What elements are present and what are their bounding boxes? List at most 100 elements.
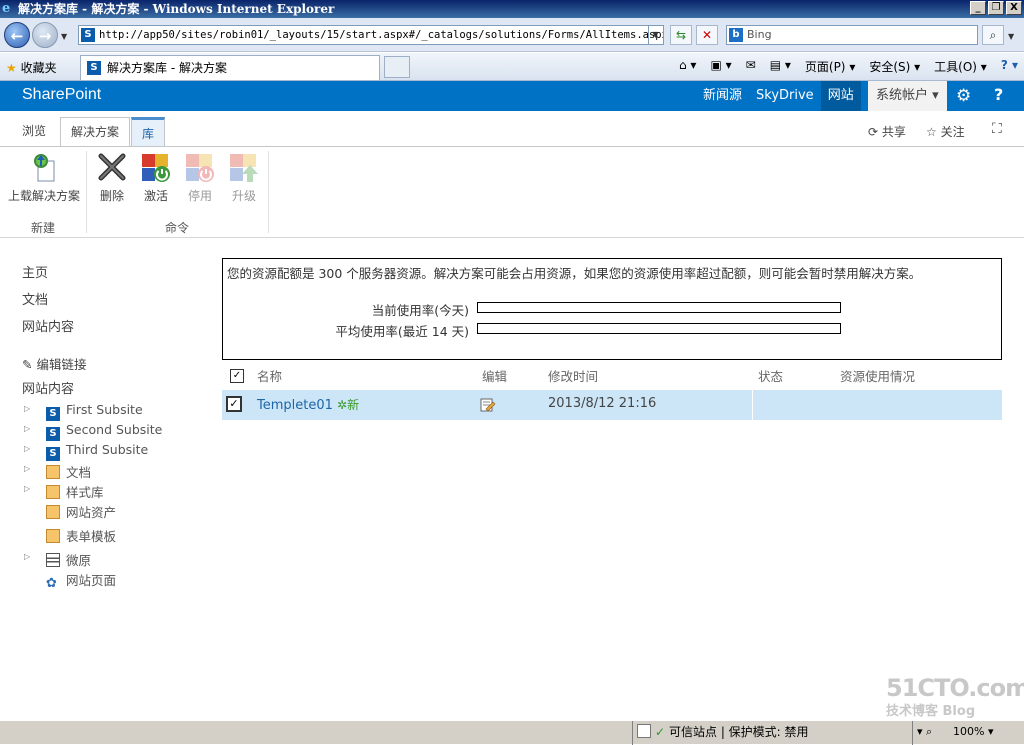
deactivate-label: 停用 — [187, 189, 212, 203]
tree-item-form-templates[interactable]: 表单模板 — [46, 526, 116, 545]
expand-arrow-icon[interactable]: ▷ — [24, 464, 30, 473]
resource-quota-panel: 您的资源配额是 300 个服务器资源。解决方案可能会占用资源，如果您的资源使用率… — [222, 258, 1002, 360]
tree-item-site-pages[interactable]: ✿ 网站页面 — [46, 570, 116, 591]
help-icon[interactable]: ? ▾ — [1001, 58, 1018, 75]
nav-home[interactable]: 主页 — [22, 262, 48, 281]
edit-links-button[interactable]: ✎ 编辑链接 — [22, 354, 86, 373]
page-menu[interactable]: 页面(P) ▾ — [805, 58, 855, 75]
home-icon[interactable]: ⌂ ▾ — [679, 58, 696, 75]
zone-blocked-icon — [637, 724, 651, 738]
tools-menu[interactable]: 工具(O) ▾ — [934, 58, 987, 75]
nav-site-contents-header[interactable]: 网站内容 — [22, 378, 74, 397]
suite-link-newsfeed[interactable]: 新闻源 — [696, 81, 749, 111]
stop-button[interactable]: ✕ — [696, 25, 718, 45]
table-row[interactable]: ✓ Templete01 ✲新 2013/8/12 21:16 — [222, 390, 1002, 420]
nav-documents[interactable]: 文档 — [22, 289, 48, 308]
address-dropdown-icon[interactable]: ▼ — [648, 26, 662, 44]
expand-arrow-icon[interactable]: ▷ — [24, 404, 30, 413]
refresh-button[interactable]: ⇆ — [670, 25, 692, 45]
tab-solutions[interactable]: 解决方案 — [60, 117, 131, 147]
column-edit[interactable]: 编辑 — [482, 366, 507, 385]
tab-browse[interactable]: 浏览 — [12, 117, 56, 147]
window-title: 解决方案库 - 解决方案 - Windows Internet Explorer — [18, 2, 335, 16]
library-icon — [46, 505, 60, 519]
page-menu-label: 页面(P) — [804, 60, 846, 74]
close-button[interactable]: X — [1006, 1, 1022, 15]
library-icon — [46, 485, 60, 499]
edit-item-icon[interactable] — [480, 397, 496, 413]
history-dropdown-icon[interactable]: ▼ — [61, 32, 67, 41]
tree-item-first-subsite[interactable]: ▷ S First Subsite — [24, 402, 143, 421]
settings-gear-icon[interactable]: ⚙ — [956, 86, 971, 106]
zoom-control[interactable]: ▾ ⌕ 100% ▾ — [912, 721, 1024, 745]
focus-content-icon[interactable]: ⛶ — [992, 121, 1002, 137]
star-outline-icon: ☆ — [926, 125, 937, 139]
average-usage-label: 平均使用率(最近 14 天) — [335, 324, 469, 339]
restore-button[interactable]: ❐ — [988, 1, 1004, 15]
suite-link-skydrive[interactable]: SkyDrive — [749, 81, 821, 111]
tree-item-second-subsite[interactable]: ▷ S Second Subsite — [24, 422, 162, 441]
expand-arrow-icon[interactable]: ▷ — [24, 444, 30, 453]
current-usage-bar — [477, 302, 841, 313]
select-all-checkbox[interactable]: ✓ — [230, 369, 244, 383]
quota-message: 您的资源配额是 300 个服务器资源。解决方案可能会占用资源，如果您的资源使用率… — [227, 266, 922, 281]
zoom-level: 100% — [953, 725, 985, 738]
address-field[interactable]: S http://app50/sites/robin01/_layouts/15… — [78, 25, 664, 45]
column-modified[interactable]: 修改时间 — [548, 366, 598, 385]
bing-icon: b — [729, 28, 743, 42]
suite-link-sites[interactable]: 网站 — [820, 81, 861, 111]
help-question-icon[interactable]: ? — [994, 85, 1003, 104]
row-checkbox[interactable]: ✓ — [226, 396, 242, 412]
security-zone[interactable]: ✓ 可信站点 | 保护模式: 禁用 — [632, 721, 912, 745]
safety-menu-label: 安全(S) — [869, 60, 911, 74]
tree-item-label: 微原 — [66, 553, 92, 568]
upload-icon — [28, 151, 60, 183]
star-icon: ★ — [6, 61, 17, 75]
search-dropdown-icon[interactable]: ▼ — [1008, 32, 1014, 41]
browser-tab[interactable]: S 解决方案库 - 解决方案 — [80, 55, 380, 80]
column-name[interactable]: 名称 — [257, 366, 282, 385]
tab-library[interactable]: 库 — [131, 117, 166, 147]
solution-name: Templete01 — [257, 398, 333, 413]
tree-item-third-subsite[interactable]: ▷ S Third Subsite — [24, 442, 148, 461]
list-icon — [46, 553, 60, 567]
delete-button[interactable]: 删除 — [94, 151, 130, 204]
forward-button[interactable]: → — [32, 22, 58, 48]
ribbon-separator — [268, 151, 269, 233]
tree-item-documents[interactable]: ▷ 文档 — [24, 462, 91, 481]
watermark-sub: 技术博客 Blog — [886, 704, 976, 719]
share-button[interactable]: ⟳ 共享 — [868, 123, 906, 140]
mail-icon[interactable]: ✉ — [746, 58, 756, 75]
search-button[interactable]: ⌕ — [982, 25, 1004, 45]
upload-solution-button[interactable]: 上载解决方案 — [6, 151, 82, 204]
feeds-icon[interactable]: ▣ ▾ — [710, 58, 731, 75]
share-icon: ⟳ — [868, 125, 879, 139]
minimize-button[interactable]: _ — [970, 1, 986, 15]
solution-name-link[interactable]: Templete01 ✲新 — [257, 396, 359, 413]
tree-item-list[interactable]: ▷ 微原 — [24, 550, 92, 569]
trusted-check-icon: ✓ — [655, 725, 666, 739]
upgrade-button: 升级 — [226, 151, 262, 204]
tree-item-site-assets[interactable]: 网站资产 — [46, 502, 116, 521]
tab-favicon-icon: S — [87, 61, 101, 75]
search-input[interactable]: b Bing — [726, 25, 978, 45]
activate-button[interactable]: 激活 — [138, 151, 174, 204]
ie-logo-icon: e — [2, 1, 11, 16]
deactivate-cubes-icon — [184, 151, 216, 183]
print-icon[interactable]: ▤ ▾ — [770, 58, 791, 75]
safety-menu[interactable]: 安全(S) ▾ — [869, 58, 920, 75]
expand-arrow-icon[interactable]: ▷ — [24, 552, 30, 561]
favorites-button[interactable]: ★ 收藏夹 — [6, 59, 57, 76]
column-status[interactable]: 状态 — [758, 366, 783, 385]
expand-arrow-icon[interactable]: ▷ — [24, 484, 30, 493]
new-tab-button[interactable] — [384, 56, 410, 78]
column-resource-usage[interactable]: 资源使用情况 — [840, 366, 915, 385]
nav-site-contents[interactable]: 网站内容 — [22, 316, 74, 335]
brand-link[interactable]: SharePoint — [22, 86, 101, 104]
tree-item-style-library[interactable]: ▷ 样式库 — [24, 482, 104, 501]
back-button[interactable]: ← — [4, 22, 30, 48]
account-name: 系统帐户 — [876, 88, 929, 103]
expand-arrow-icon[interactable]: ▷ — [24, 424, 30, 433]
follow-button[interactable]: ☆ 关注 — [926, 123, 965, 140]
account-menu[interactable]: 系统帐户 ▾ — [868, 81, 947, 111]
